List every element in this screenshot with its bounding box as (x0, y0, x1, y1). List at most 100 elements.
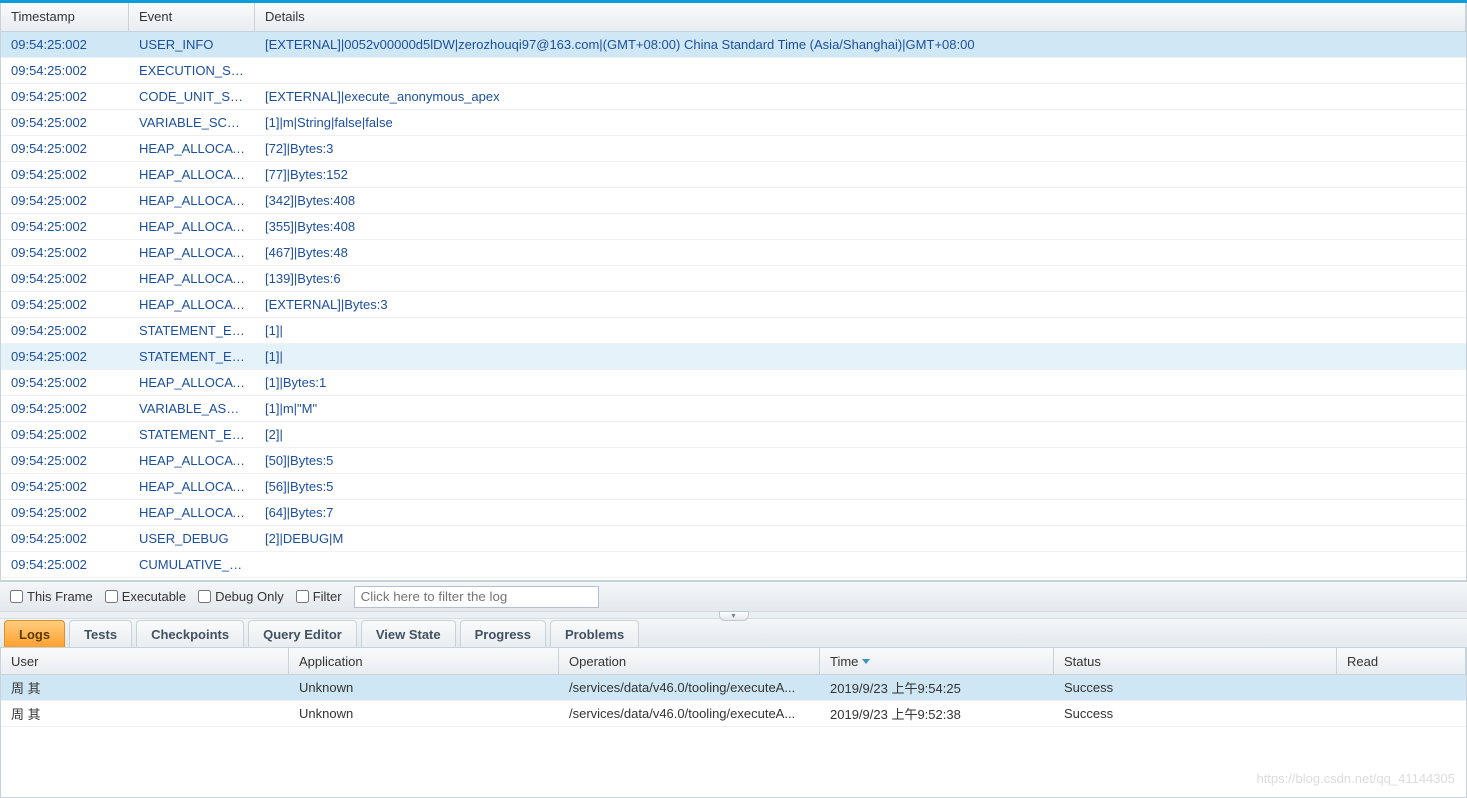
table-cell: [EXTERNAL]|0052v00000d5lDW|zerozhouqi97@… (255, 33, 1466, 56)
tab-progress[interactable]: Progress (460, 620, 546, 647)
table-row[interactable]: 09:54:25:002USER_DEBUG[2]|DEBUG|M (1, 526, 1466, 552)
table-row[interactable]: 09:54:25:002VARIABLE_SCO...[1]|m|String|… (1, 110, 1466, 136)
table-cell: 09:54:25:002 (1, 579, 129, 580)
table-cell: [72]|Bytes:3 (255, 137, 1466, 160)
col-header-timestamp[interactable]: Timestamp (1, 3, 129, 31)
list-cell: 周 其 (1, 700, 289, 727)
col-header-read[interactable]: Read (1337, 648, 1466, 674)
table-row[interactable]: 09:54:25:002HEAP_ALLOCATE[139]|Bytes:6 (1, 266, 1466, 292)
table-cell: [77]|Bytes:152 (255, 163, 1466, 186)
table-row[interactable]: 09:54:25:002HEAP_ALLOCATE[EXTERNAL]|Byte… (1, 292, 1466, 318)
table-cell: CUMULATIVE_L... (129, 553, 255, 576)
col-header-operation[interactable]: Operation (559, 648, 820, 674)
col-header-status[interactable]: Status (1054, 648, 1337, 674)
table-row[interactable]: 09:54:25:002CODE_UNIT_ST...[EXTERNAL]|ex… (1, 84, 1466, 110)
table-cell: 09:54:25:002 (1, 397, 129, 420)
list-item[interactable]: 周 其Unknown/services/data/v46.0/tooling/e… (1, 675, 1466, 701)
table-row[interactable]: 09:54:25:002EXECUTION_ST... (1, 58, 1466, 84)
table-row[interactable]: 09:54:25:002STATEMENT_EX...[1]| (1, 318, 1466, 344)
executable-checkbox[interactable]: Executable (105, 589, 186, 604)
tab-checkpoints[interactable]: Checkpoints (136, 620, 244, 647)
tab-query-editor[interactable]: Query Editor (248, 620, 357, 647)
table-cell: 09:54:25:002 (1, 319, 129, 342)
log-table-header: Timestamp Event Details (1, 3, 1466, 32)
filter-checkbox[interactable]: Filter (296, 589, 342, 604)
table-cell: 09:54:25:002 (1, 293, 129, 316)
table-cell: HEAP_ALLOCATE (129, 163, 255, 186)
table-cell: 09:54:25:002 (1, 475, 129, 498)
panel-splitter[interactable]: ▼ (0, 611, 1467, 619)
table-row[interactable]: 09:54:25:002STATEMENT_EX...[2]| (1, 422, 1466, 448)
col-header-details[interactable]: Details (255, 3, 1466, 31)
table-cell: 09:54:25:002 (1, 527, 129, 550)
table-cell: HEAP_ALLOCATE (129, 267, 255, 290)
table-cell: 09:54:25:002 (1, 371, 129, 394)
table-row[interactable]: 09:54:25:002HEAP_ALLOCATE[342]|Bytes:408 (1, 188, 1466, 214)
table-row[interactable]: 09:54:25:002USER_INFO[EXTERNAL]|0052v000… (1, 32, 1466, 58)
table-cell: HEAP_ALLOCATE (129, 137, 255, 160)
table-cell: HEAP_ALLOCATE (129, 501, 255, 524)
table-cell: [EXTERNAL]|Bytes:3 (255, 293, 1466, 316)
table-cell: [1]|Bytes:1 (255, 371, 1466, 394)
list-cell: Success (1054, 702, 1337, 725)
col-header-application[interactable]: Application (289, 648, 559, 674)
debug-only-label: Debug Only (215, 589, 284, 604)
table-cell: [1]|m|String|false|false (255, 111, 1466, 134)
table-row[interactable]: 09:54:25:002HEAP_ALLOCATE[64]|Bytes:7 (1, 500, 1466, 526)
table-cell: STATEMENT_EX... (129, 345, 255, 368)
table-row[interactable]: 09:54:25:002VARIABLE_ASSI...[1]|m|"M" (1, 396, 1466, 422)
log-table-body[interactable]: 09:54:25:002USER_INFO[EXTERNAL]|0052v000… (1, 32, 1466, 580)
table-cell: [2]|DEBUG|M (255, 527, 1466, 550)
table-row[interactable]: 09:54:25:002LIMIT_USAGE(default)| (1, 578, 1466, 580)
debug-only-input[interactable] (198, 590, 211, 603)
logs-panel-body[interactable]: 周 其Unknown/services/data/v46.0/tooling/e… (1, 675, 1466, 727)
table-row[interactable]: 09:54:25:002 CUMULATIVE_L... (1, 552, 1466, 578)
table-cell: 09:54:25:002 (1, 501, 129, 524)
table-cell: EXECUTION_ST... (129, 59, 255, 82)
filter-bar: This Frame Executable Debug Only Filter (0, 581, 1467, 611)
tab-tests[interactable]: Tests (69, 620, 132, 647)
list-cell (1337, 684, 1466, 692)
table-cell: 09:54:25:002 (1, 345, 129, 368)
table-row[interactable]: 09:54:25:002HEAP_ALLOCATE[50]|Bytes:5 (1, 448, 1466, 474)
col-header-time-label: Time (830, 654, 858, 669)
col-header-time[interactable]: Time (820, 648, 1054, 674)
table-row[interactable]: 09:54:25:002HEAP_ALLOCATE[72]|Bytes:3 (1, 136, 1466, 162)
table-cell: 09:54:25:002 (1, 189, 129, 212)
tab-view-state[interactable]: View State (361, 620, 456, 647)
filter-text-input[interactable] (354, 586, 599, 608)
table-cell: [50]|Bytes:5 (255, 449, 1466, 472)
executable-label: Executable (122, 589, 186, 604)
list-cell: 2019/9/23 上午9:52:38 (820, 700, 1054, 727)
table-row[interactable]: 09:54:25:002HEAP_ALLOCATE[77]|Bytes:152 (1, 162, 1466, 188)
list-item[interactable]: 周 其Unknown/services/data/v46.0/tooling/e… (1, 701, 1466, 727)
this-frame-checkbox[interactable]: This Frame (10, 589, 93, 604)
table-cell: LIMIT_USAGE (129, 579, 255, 580)
table-cell: 09:54:25:002 (1, 267, 129, 290)
splitter-grip-icon[interactable]: ▼ (719, 611, 749, 621)
table-cell: [1]| (255, 345, 1466, 368)
filter-input-checkbox[interactable] (296, 590, 309, 603)
table-cell: HEAP_ALLOCATE (129, 449, 255, 472)
list-cell: 周 其 (1, 674, 289, 701)
debug-only-checkbox[interactable]: Debug Only (198, 589, 284, 604)
filter-label: Filter (313, 589, 342, 604)
col-header-event[interactable]: Event (129, 3, 255, 31)
this-frame-input[interactable] (10, 590, 23, 603)
table-cell: [64]|Bytes:7 (255, 501, 1466, 524)
executable-input[interactable] (105, 590, 118, 603)
col-header-user[interactable]: User (1, 648, 289, 674)
table-cell (255, 561, 1466, 569)
table-cell: STATEMENT_EX... (129, 423, 255, 446)
bottom-tabbar: Logs Tests Checkpoints Query Editor View… (0, 619, 1467, 648)
table-cell: 09:54:25:002 (1, 215, 129, 238)
table-row[interactable]: 09:54:25:002HEAP_ALLOCATE[1]|Bytes:1 (1, 370, 1466, 396)
tab-logs[interactable]: Logs (4, 620, 65, 647)
table-row[interactable]: 09:54:25:002HEAP_ALLOCATE[355]|Bytes:408 (1, 214, 1466, 240)
table-row[interactable]: 09:54:25:002HEAP_ALLOCATE[56]|Bytes:5 (1, 474, 1466, 500)
table-row[interactable]: 09:54:25:002STATEMENT_EX...[1]| (1, 344, 1466, 370)
tab-problems[interactable]: Problems (550, 620, 639, 647)
sort-desc-icon (862, 659, 870, 664)
table-row[interactable]: 09:54:25:002HEAP_ALLOCATE[467]|Bytes:48 (1, 240, 1466, 266)
logs-panel-header: User Application Operation Time Status R… (1, 648, 1466, 675)
